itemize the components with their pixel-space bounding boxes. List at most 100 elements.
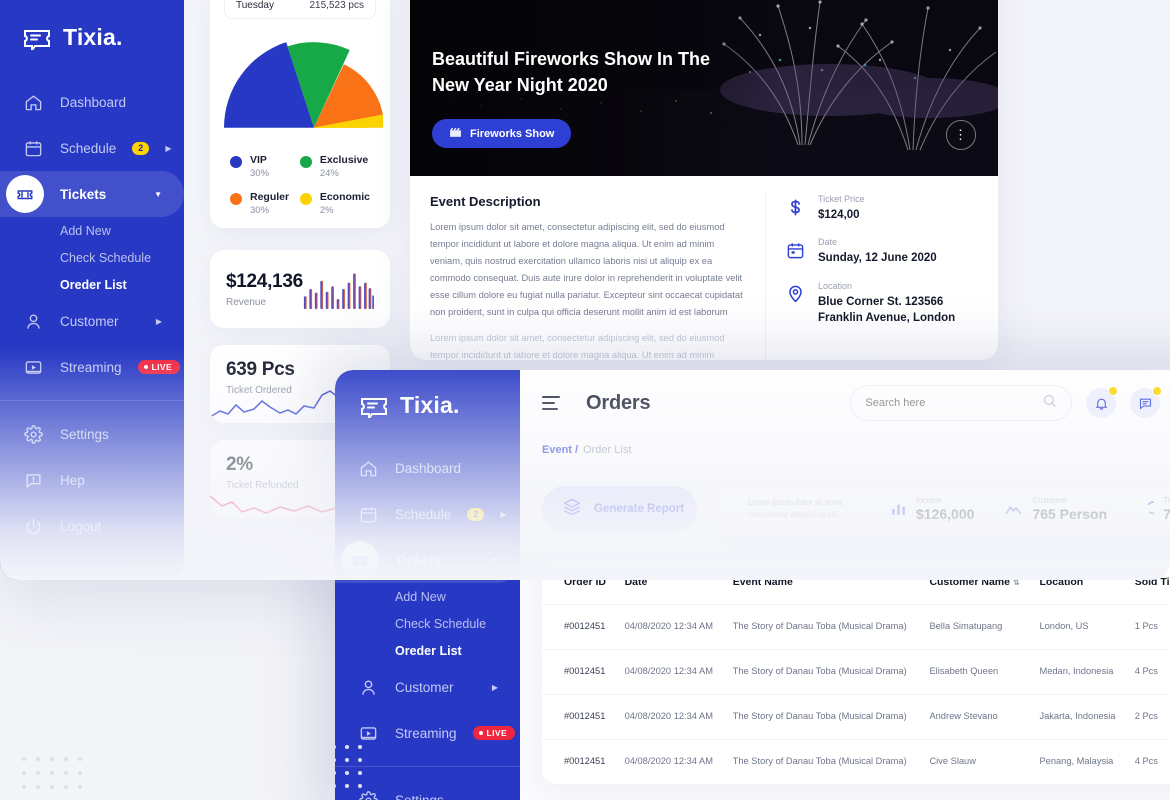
sidebar-item-schedule[interactable]: Schedule 2 ▶ bbox=[335, 491, 520, 537]
legend-value: 2% bbox=[319, 205, 334, 216]
sidebar-subitem-check-schedule[interactable]: Check Schedule bbox=[0, 244, 184, 271]
sidebar-item-customer[interactable]: Customer ▶ bbox=[335, 664, 520, 710]
revenue-card: $124,136 Revenue bbox=[210, 250, 390, 328]
ticket-icon bbox=[6, 175, 44, 213]
table-row[interactable]: #0012451 04/08/2020 12:34 AM The Story o… bbox=[542, 604, 1170, 650]
hamburger-icon[interactable] bbox=[542, 396, 560, 410]
legend-swatch bbox=[230, 193, 242, 205]
col-customer-name[interactable]: Customer Name ⇅ bbox=[921, 560, 1031, 605]
fireworks-show-button[interactable]: Fireworks Show bbox=[432, 119, 572, 148]
sidebar-item-dashboard[interactable]: Dashboard bbox=[0, 79, 184, 125]
cell-event: The Story of Danau Toba (Musical Drama) bbox=[724, 738, 922, 784]
col-order-id[interactable]: Order ID bbox=[542, 560, 617, 605]
search-input[interactable] bbox=[865, 397, 1043, 409]
breadcrumb-current: Order List bbox=[583, 444, 632, 456]
event-meta-key: Date bbox=[818, 237, 838, 248]
col-event-name[interactable]: Event Name bbox=[725, 560, 922, 605]
power-icon bbox=[22, 515, 44, 537]
chat-help-icon bbox=[22, 469, 44, 491]
sidebar-subitem-add-new[interactable]: Add New bbox=[335, 583, 520, 610]
chevron-right-icon: ▶ bbox=[155, 316, 162, 326]
chart-day: Tuesday bbox=[236, 0, 274, 11]
cell-location: Jakarta, Indonesia bbox=[1031, 693, 1127, 740]
sidebar-item-label: Tickets bbox=[395, 552, 442, 568]
cell-sold: 2 Pcs bbox=[1126, 693, 1170, 740]
table-row[interactable]: #0012451 04/08/2020 12:34 AM The Story o… bbox=[542, 648, 1170, 695]
generate-report-button[interactable]: Generate Report bbox=[542, 486, 697, 532]
sidebar-subitem-order-list[interactable]: Oreder List bbox=[0, 271, 184, 298]
legend-swatch bbox=[299, 193, 312, 205]
sidebar-item-help[interactable]: Hep bbox=[0, 457, 184, 503]
revenue-value: $124,136 bbox=[226, 270, 303, 292]
more-vertical-icon[interactable]: ⋮ bbox=[946, 120, 976, 150]
cell-customer: Bella Simatupang bbox=[921, 604, 1032, 650]
sidebar-item-dashboard[interactable]: Dashboard bbox=[335, 445, 520, 491]
table-row[interactable]: #0012451 04/08/2020 12:34 AM The Story o… bbox=[542, 693, 1170, 740]
cell-order-id: #0012451 bbox=[542, 648, 617, 695]
stat-key: Customer bbox=[1032, 496, 1068, 505]
cell-sold: 1 Pcs bbox=[1126, 604, 1170, 650]
sidebar-item-logout[interactable]: Logout bbox=[0, 503, 184, 549]
breadcrumb-parent[interactable]: Event / bbox=[542, 444, 578, 456]
legend-label: Reguler bbox=[250, 191, 290, 203]
cell-event: The Story of Danau Toba (Musical Drama) bbox=[724, 604, 922, 650]
cell-location: Medan, Indonesia bbox=[1031, 648, 1127, 695]
messages-badge-dot bbox=[1152, 386, 1163, 396]
chart-total-pcs: 215,523 pcs bbox=[309, 0, 365, 11]
event-description-paragraph-2: Lorem ipsum dolor sit amet, consectetur … bbox=[430, 333, 725, 360]
col-date[interactable]: Date bbox=[617, 560, 725, 605]
event-meta-value: $124,00 bbox=[818, 209, 860, 221]
legend-swatch bbox=[230, 156, 242, 168]
home-icon bbox=[22, 91, 44, 113]
sidebar-item-settings[interactable]: Settings bbox=[335, 777, 520, 800]
sidebar-subitem-label: Check Schedule bbox=[60, 250, 152, 265]
back-sidebar: Tixia. Dashboard Schedule 2 ▶ Tickets ▼ … bbox=[0, 0, 184, 580]
legend-item: Reguler 30% bbox=[230, 191, 294, 216]
orders-table-body: #0012451 04/08/2020 12:34 AM The Story o… bbox=[542, 604, 1170, 784]
sidebar-item-customer[interactable]: Customer ▶ bbox=[0, 298, 184, 344]
user-icon bbox=[357, 676, 379, 698]
sidebar-item-label: Hep bbox=[60, 472, 85, 488]
clapper-icon bbox=[449, 126, 462, 142]
legend-value: 30% bbox=[250, 205, 270, 216]
live-badge: LIVE bbox=[472, 725, 516, 741]
legend-label: VIP bbox=[250, 154, 267, 166]
notification-button[interactable] bbox=[1086, 386, 1119, 418]
sidebar-item-tickets[interactable]: Tickets ▼ bbox=[0, 171, 184, 217]
gear-icon bbox=[357, 789, 379, 800]
col-sold-ticket[interactable]: Sold Ticket bbox=[1127, 560, 1170, 605]
legend-item: Exclusive 24% bbox=[299, 154, 370, 179]
sidebar-item-streaming[interactable]: Streaming LIVE bbox=[0, 344, 184, 390]
sidebar-item-tickets[interactable]: Tickets ▼ bbox=[335, 537, 520, 583]
revenue-bar-sparkline bbox=[303, 273, 374, 310]
event-hero-image: Beautiful Fireworks Show In The New Year… bbox=[410, 0, 998, 176]
app-root: Tixia. Dashboard Schedule 2 ▶ Tickets ▼ … bbox=[0, 0, 1170, 800]
sidebar-item-settings[interactable]: Settings bbox=[0, 411, 184, 457]
stats-strip: Generate Report Lorem ipsum dolor sit am… bbox=[542, 482, 1170, 544]
sort-icon[interactable]: ⇅ bbox=[1013, 578, 1020, 587]
sidebar-subitem-label: Add New bbox=[395, 589, 446, 604]
calendar-icon bbox=[784, 239, 806, 261]
sidebar-subitem-check-schedule[interactable]: Check Schedule bbox=[335, 610, 520, 637]
brand-name: Tixia. bbox=[63, 24, 123, 50]
sidebar-item-label: Schedule bbox=[395, 506, 452, 522]
cell-order-id: #0012451 bbox=[542, 738, 617, 784]
sidebar-item-schedule[interactable]: Schedule 2 ▶ bbox=[0, 125, 184, 171]
col-location[interactable]: Location bbox=[1031, 560, 1126, 605]
sidebar-footer: Tixia Ticketing Admin Dashboard © 2020 A… bbox=[0, 579, 184, 580]
stat-value: 765 Person bbox=[1032, 506, 1108, 522]
chart-legend: VIP 30% Exclusive 24% Reguler 30% Econom… bbox=[224, 154, 376, 216]
event-meta-row: Date Sunday, 12 June 2020 bbox=[784, 237, 978, 266]
cell-customer: Cive Slauw bbox=[921, 738, 1032, 784]
table-row[interactable]: #0012451 04/08/2020 12:34 AM The Story o… bbox=[542, 738, 1170, 784]
messages-button[interactable] bbox=[1130, 386, 1163, 418]
schedule-badge: 2 bbox=[467, 507, 485, 521]
sidebar-subitem-order-list[interactable]: Oreder List bbox=[335, 637, 520, 664]
sidebar-subitem-add-new[interactable]: Add New bbox=[0, 217, 184, 244]
sidebar-item-streaming[interactable]: Streaming LIVE bbox=[335, 710, 520, 756]
calendar-icon bbox=[357, 503, 379, 525]
event-description-section: Event Description Lorem ipsum dolor sit … bbox=[430, 194, 766, 360]
chevron-right-icon: ▶ bbox=[500, 509, 507, 519]
search-box[interactable] bbox=[850, 385, 1073, 421]
event-meta-row: Location Blue Corner St. 123566 Franklin… bbox=[784, 281, 978, 327]
